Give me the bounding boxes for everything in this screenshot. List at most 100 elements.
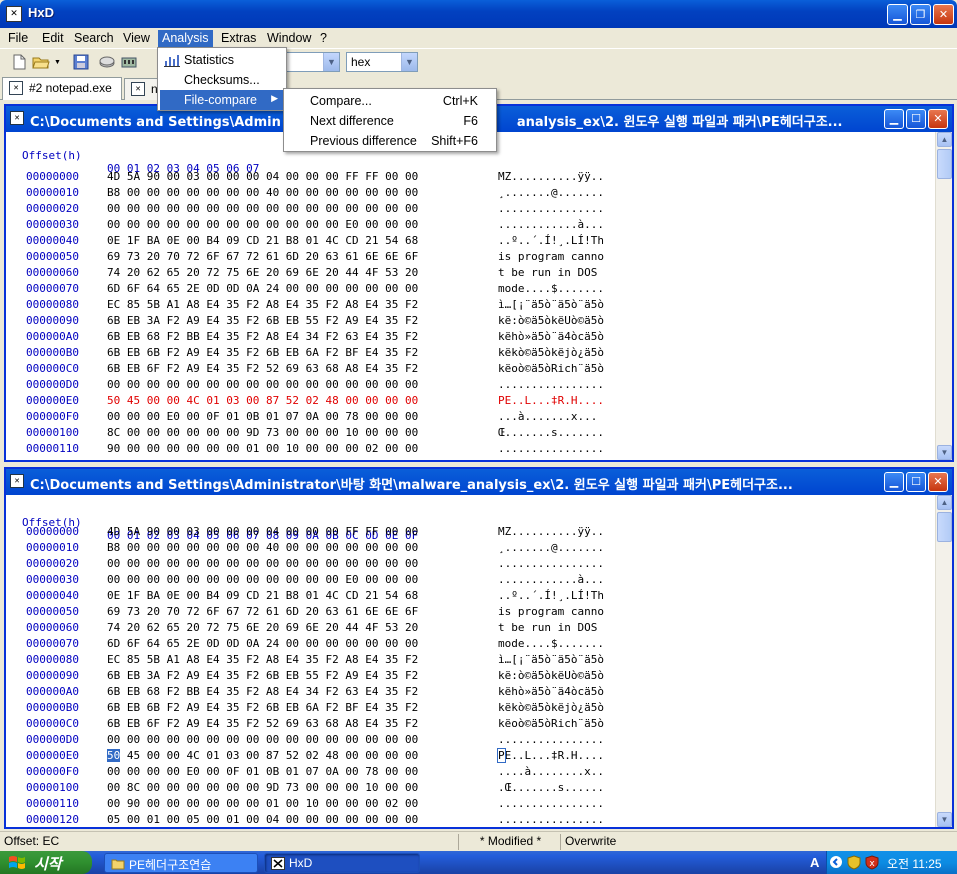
- menu-item-next-difference[interactable]: Next difference F6: [286, 111, 494, 131]
- row-bytes[interactable]: 00 8C 00 00 00 00 00 00 9D 73 00 00 00 1…: [107, 781, 418, 794]
- row-text[interactable]: PE..L...‡R.H....: [497, 748, 604, 763]
- row-bytes[interactable]: 00 00 00 00 00 00 00 00 00 00 00 00 00 0…: [107, 378, 418, 391]
- row-bytes[interactable]: 00 00 00 00 00 00 00 00 00 00 00 00 00 0…: [107, 202, 418, 215]
- menu-edit[interactable]: Edit: [38, 30, 68, 47]
- task-button-hxd[interactable]: HxD: [264, 853, 420, 873]
- row-bytes[interactable]: 6B EB 6F F2 A9 E4 35 F2 52 69 63 68 A8 E…: [107, 362, 418, 375]
- row-text[interactable]: ì…[¡¨ä5ò¨ä5ò¨ä5ò: [498, 653, 604, 666]
- row-bytes[interactable]: 05 00 01 00 05 00 01 00 04 00 00 00 00 0…: [107, 458, 418, 460]
- language-indicator[interactable]: A: [810, 855, 819, 870]
- save-icon[interactable]: [72, 53, 90, 71]
- ram-icon[interactable]: [120, 53, 138, 71]
- window-1-vertical-scrollbar[interactable]: ▲ ▼: [935, 132, 952, 460]
- row-text[interactable]: ¸.......@.......: [498, 541, 604, 554]
- menu-item-statistics[interactable]: Statistics: [160, 50, 284, 70]
- scroll-up-icon[interactable]: ▲: [937, 132, 952, 147]
- row-bytes[interactable]: 6B EB 68 F2 BB E4 35 F2 A8 E4 34 F2 63 E…: [107, 685, 418, 698]
- menu-extras[interactable]: Extras: [217, 30, 260, 47]
- row-text[interactable]: PE..L...‡R.H....: [498, 394, 604, 407]
- row-text[interactable]: këhò»ä5ò¨ä4òcä5ò: [498, 685, 604, 698]
- row-text[interactable]: këkò©ä5òkëjò¿ä5ò: [498, 701, 604, 714]
- row-bytes[interactable]: 6D 6F 64 65 2E 0D 0D 0A 24 00 00 00 00 0…: [107, 282, 418, 295]
- row-bytes[interactable]: 00 00 00 00 E0 00 0F 01 0B 01 07 0A 00 7…: [107, 765, 418, 778]
- row-text[interactable]: ................: [498, 733, 604, 746]
- row-bytes[interactable]: 8C 00 00 00 00 00 00 9D 73 00 00 00 10 0…: [107, 426, 418, 439]
- task-button-folder[interactable]: PE헤더구조연습: [104, 853, 258, 873]
- row-bytes[interactable]: 00 00 00 00 00 00 00 00 00 00 00 00 00 0…: [107, 733, 418, 746]
- row-text[interactable]: t be run in DOS: [498, 621, 604, 634]
- row-text[interactable]: këoò©ä5òRich¨ä5ò: [498, 362, 604, 375]
- row-text[interactable]: .Œ.......s......: [498, 781, 604, 794]
- row-text[interactable]: ..º..´.Í!¸.LÍ!Th: [498, 234, 604, 247]
- row-text[interactable]: ................: [498, 442, 604, 455]
- row-text[interactable]: ................: [498, 458, 604, 460]
- row-text[interactable]: t be run in DOS: [498, 266, 604, 279]
- row-text[interactable]: kë:ò©ä5òkëUò©ä5ò: [498, 669, 604, 682]
- new-file-icon[interactable]: [10, 53, 28, 71]
- minimize-button[interactable]: ▁: [887, 4, 908, 25]
- row-text[interactable]: ................: [498, 557, 604, 570]
- row-text[interactable]: ................: [498, 797, 604, 810]
- encoding-dropdown-icon[interactable]: ▼: [401, 53, 417, 71]
- scroll-thumb[interactable]: [937, 149, 952, 179]
- row-bytes[interactable]: 00 00 00 00 00 00 00 00 00 00 00 00 E0 0…: [107, 218, 418, 231]
- row-bytes[interactable]: 0E 1F BA 0E 00 B4 09 CD 21 B8 01 4C CD 2…: [107, 589, 418, 602]
- row-bytes[interactable]: 00 00 00 00 00 00 00 00 00 00 00 00 00 0…: [107, 557, 418, 570]
- row-text[interactable]: MZ..........ÿÿ..: [498, 525, 604, 538]
- menu-item-previous-difference[interactable]: Previous difference Shift+F6: [286, 131, 494, 151]
- window-1-maximize-button[interactable]: ☐: [906, 109, 926, 129]
- hxd-app-icon[interactable]: ✕: [6, 6, 22, 22]
- row-text[interactable]: is program canno: [498, 605, 604, 618]
- row-text[interactable]: ................: [498, 378, 604, 391]
- menu-item-file-compare[interactable]: File-compare ▶: [160, 90, 284, 110]
- menu-analysis[interactable]: Analysis: [158, 30, 213, 47]
- row-text[interactable]: këhò»ä5ò¨ä4òcä5ò: [498, 330, 604, 343]
- row-bytes[interactable]: 6B EB 6B F2 A9 E4 35 F2 6B EB 6A F2 BF E…: [107, 701, 418, 714]
- row-text[interactable]: MZ..........ÿÿ..: [498, 170, 604, 183]
- menu-help[interactable]: ?: [316, 30, 331, 47]
- row-bytes[interactable]: 74 20 62 65 20 72 75 6E 20 69 6E 20 44 4…: [107, 621, 418, 634]
- row-text[interactable]: ............à...: [498, 573, 604, 586]
- row-text[interactable]: ............à...: [498, 218, 604, 231]
- row-bytes[interactable]: B8 00 00 00 00 00 00 00 40 00 00 00 00 0…: [107, 541, 418, 554]
- open-dropdown-arrow-icon[interactable]: ▼: [54, 59, 61, 66]
- window-1-close-button[interactable]: ✕: [928, 109, 948, 129]
- hex-view-1[interactable]: Offset(h) 00 01 02 03 04 05 06 07 000000…: [6, 132, 935, 460]
- row-bytes[interactable]: 50 45 00 00 4C 01 03 00 87 52 02 48 00 0…: [107, 394, 418, 407]
- menu-view[interactable]: View: [119, 30, 154, 47]
- scroll-up-icon[interactable]: ▲: [937, 495, 952, 510]
- window-2-titlebar[interactable]: ✕ C:\Documents and Settings\Administrato…: [6, 469, 952, 495]
- row-text[interactable]: ¸.......@.......: [498, 186, 604, 199]
- row-bytes[interactable]: 4D 5A 90 00 03 00 00 00 04 00 00 00 FF F…: [107, 170, 418, 183]
- menu-item-checksums[interactable]: Checksums...: [160, 70, 284, 90]
- row-bytes[interactable]: 90 00 00 00 00 00 00 01 00 10 00 00 00 0…: [107, 442, 418, 455]
- row-bytes[interactable]: 00 00 00 E0 00 0F 01 0B 01 07 0A 00 78 0…: [107, 410, 418, 423]
- row-text[interactable]: ì…[¡¨ä5ò¨ä5ò¨ä5ò: [498, 298, 604, 311]
- selected-byte[interactable]: 50: [107, 749, 121, 762]
- row-bytes[interactable]: 6D 6F 64 65 2E 0D 0D 0A 24 00 00 00 00 0…: [107, 637, 418, 650]
- row-text[interactable]: këoò©ä5òRich¨ä5ò: [498, 717, 604, 730]
- bytes-per-row-dropdown-icon[interactable]: ▼: [323, 53, 339, 71]
- hex-editor-window-1[interactable]: ✕ C:\Documents and Settings\Admin analysi…: [4, 104, 954, 462]
- row-text[interactable]: ....à........x..: [498, 765, 604, 778]
- window-2-minimize-button[interactable]: ▁: [884, 472, 904, 492]
- row-bytes[interactable]: 69 73 20 70 72 6F 67 72 61 6D 20 63 61 6…: [107, 250, 418, 263]
- row-bytes[interactable]: EC 85 5B A1 A8 E4 35 F2 A8 E4 35 F2 A8 E…: [107, 653, 418, 666]
- row-bytes[interactable]: 6B EB 6F F2 A9 E4 35 F2 52 69 63 68 A8 E…: [107, 717, 418, 730]
- row-bytes[interactable]: 74 20 62 65 20 72 75 6E 20 69 6E 20 44 4…: [107, 266, 418, 279]
- row-text[interactable]: is program canno: [498, 250, 604, 263]
- row-bytes[interactable]: 50 45 00 00 4C 01 03 00 87 52 02 48 00 0…: [107, 749, 418, 762]
- row-text[interactable]: kë:ò©ä5òkëUò©ä5ò: [498, 314, 604, 327]
- row-bytes[interactable]: 6B EB 68 F2 BB E4 35 F2 A8 E4 34 F2 63 E…: [107, 330, 418, 343]
- hex-view-2[interactable]: Offset(h) 00 01 02 03 04 05 06 07 08 09 …: [6, 495, 935, 827]
- row-bytes[interactable]: 00 00 00 00 00 00 00 00 00 00 00 00 E0 0…: [107, 573, 418, 586]
- row-bytes[interactable]: 00 90 00 00 00 00 00 00 01 00 10 00 00 0…: [107, 797, 418, 810]
- disk-icon[interactable]: [98, 53, 116, 71]
- start-button[interactable]: 시작: [0, 851, 92, 874]
- row-bytes[interactable]: 6B EB 6B F2 A9 E4 35 F2 6B EB 6A F2 BF E…: [107, 346, 418, 359]
- row-bytes[interactable]: 4D 5A 90 00 03 00 00 00 04 00 00 00 FF F…: [107, 525, 418, 538]
- menu-file[interactable]: File: [4, 30, 32, 47]
- scroll-thumb[interactable]: [937, 512, 952, 542]
- hex-editor-window-2[interactable]: ✕ C:\Documents and Settings\Administrato…: [4, 467, 954, 829]
- row-bytes[interactable]: EC 85 5B A1 A8 E4 35 F2 A8 E4 35 F2 A8 E…: [107, 298, 418, 311]
